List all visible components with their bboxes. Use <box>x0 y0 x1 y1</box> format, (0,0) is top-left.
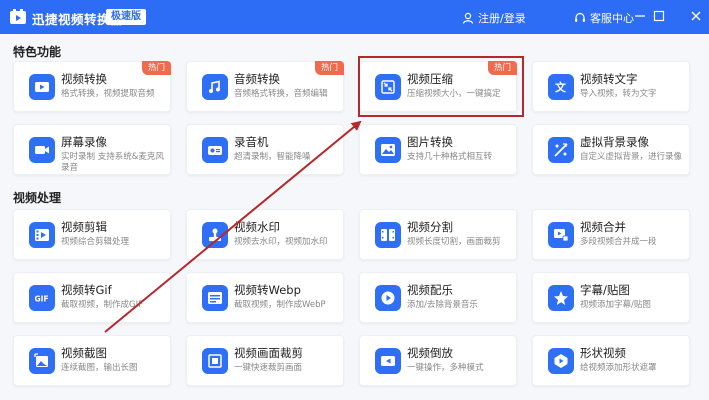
maximize-button[interactable] <box>652 9 666 23</box>
app-logo-icon <box>10 9 26 24</box>
card-title: 视频配乐 <box>407 283 453 297</box>
close-button[interactable] <box>689 9 703 23</box>
user-icon <box>462 12 474 24</box>
card-desc: 一键快速裁剪画面 <box>234 363 303 373</box>
gif-icon: GIF <box>29 285 55 311</box>
card-title: 视频画面裁剪 <box>234 346 303 360</box>
card-desc: 截取视频，制作成GIF <box>61 300 143 310</box>
svg-text:文: 文 <box>555 80 567 94</box>
video-to-text-icon: 文 <box>548 74 574 100</box>
subtitle-icon <box>548 285 574 311</box>
card-shape-video[interactable]: 形状视频 给视频添加形状遮罩 <box>532 335 690 386</box>
card-title: 音频转换 <box>234 72 280 86</box>
card-desc: 实时录制 支持系统&麦克风录音 <box>61 152 164 173</box>
card-video-music[interactable]: 视频配乐 添加/去除背景音乐 <box>359 272 517 323</box>
card-video-to-webp[interactable]: 视频转Webp 截取视频，制作成WebP <box>186 272 344 323</box>
title-bar: 迅捷视频转换器 极速版 注册/登录 客服中心 <box>0 0 709 34</box>
card-desc: 导入视频，转为文字 <box>580 89 657 99</box>
card-desc: 给视频添加形状遮罩 <box>580 363 657 373</box>
card-title: 屏幕录像 <box>61 135 107 149</box>
video-split-icon <box>375 222 401 248</box>
headset-icon <box>575 12 585 22</box>
section-title-video-processing: 视频处理 <box>13 191 62 205</box>
service-center-link[interactable]: 客服中心 <box>574 10 634 26</box>
card-watermark[interactable]: 视频水印 视频去水印，视频加水印 <box>186 209 344 260</box>
card-title: 视频合并 <box>580 220 626 234</box>
card-desc: 一键操作，多种模式 <box>407 363 484 373</box>
card-desc: 音频格式转换，音频编辑 <box>234 89 328 99</box>
card-title: 视频分割 <box>407 220 453 234</box>
webp-icon <box>202 285 228 311</box>
music-icon <box>375 285 401 311</box>
hot-badge: 热门 <box>314 61 344 75</box>
card-video-edit[interactable]: 视频剪辑 视频综合剪辑处理 <box>13 209 171 260</box>
card-video-reverse[interactable]: 视频倒放 一键操作，多种模式 <box>359 335 517 386</box>
card-subtitle-sticker[interactable]: 字幕/贴图 视频添加字幕/贴图 <box>532 272 690 323</box>
video-convert-icon <box>29 74 55 100</box>
card-desc: 添加/去除背景音乐 <box>407 300 478 310</box>
card-title: 图片转换 <box>407 135 453 149</box>
screenshot-icon <box>29 348 55 374</box>
highlight-box <box>358 56 524 117</box>
card-title: 视频剪辑 <box>61 220 107 234</box>
svg-text:GIF: GIF <box>35 295 49 304</box>
hot-badge: 热门 <box>141 61 171 75</box>
card-video-screenshot[interactable]: 视频截图 连续截图，输出长图 <box>13 335 171 386</box>
card-desc: 自定义虚拟背景，进行录像 <box>580 152 683 162</box>
edition-badge: 极速版 <box>106 9 146 25</box>
virtual-bg-icon <box>548 137 574 163</box>
login-link[interactable]: 注册/登录 <box>462 10 526 26</box>
video-merge-icon <box>548 222 574 248</box>
image-convert-icon <box>375 137 401 163</box>
card-screen-record[interactable]: 屏幕录像 实时录制 支持系统&麦克风录音 <box>13 124 171 175</box>
card-image-convert[interactable]: 图片转换 支持几十种格式相互转 <box>359 124 517 175</box>
card-desc: 超清录制，智能降噪 <box>234 152 311 162</box>
card-title: 视频转Webp <box>234 283 301 297</box>
card-title: 视频转Gif <box>61 283 112 297</box>
card-title: 视频截图 <box>61 346 107 360</box>
watermark-icon <box>202 222 228 248</box>
card-video-merge[interactable]: 视频合并 多段视频合并成一段 <box>532 209 690 260</box>
shape-icon <box>548 348 574 374</box>
card-title: 形状视频 <box>580 346 626 360</box>
card-desc: 视频去水印，视频加水印 <box>234 237 328 247</box>
card-desc: 多段视频合并成一段 <box>580 237 657 247</box>
card-title: 字幕/贴图 <box>580 283 630 297</box>
card-desc: 格式转换，视频提取音频 <box>61 89 155 99</box>
card-audio-convert[interactable]: 音频转换 音频格式转换，音频编辑 热门 <box>186 61 344 112</box>
screen-record-icon <box>29 137 55 163</box>
card-video-to-text[interactable]: 文 视频转文字 导入视频，转为文字 <box>532 61 690 112</box>
card-desc: 视频添加字幕/贴图 <box>580 300 651 310</box>
card-video-split[interactable]: 视频分割 视频长度切割，画面裁剪 <box>359 209 517 260</box>
card-title: 虚拟背景录像 <box>580 135 649 149</box>
card-title: 录音机 <box>234 135 269 149</box>
service-label: 客服中心 <box>590 12 634 25</box>
card-video-convert[interactable]: 视频转换 格式转换，视频提取音频 热门 <box>13 61 171 112</box>
login-label: 注册/登录 <box>478 12 526 25</box>
card-recorder[interactable]: 录音机 超清录制，智能降噪 <box>186 124 344 175</box>
section-title-featured: 特色功能 <box>13 45 62 59</box>
card-title: 视频转换 <box>61 72 107 86</box>
card-video-to-gif[interactable]: GIF 视频转Gif 截取视频，制作成GIF <box>13 272 171 323</box>
audio-convert-icon <box>202 74 228 100</box>
card-desc: 视频综合剪辑处理 <box>61 237 130 247</box>
card-video-crop[interactable]: 视频画面裁剪 一键快速裁剪画面 <box>186 335 344 386</box>
card-virtual-background[interactable]: 虚拟背景录像 自定义虚拟背景，进行录像 <box>532 124 690 175</box>
recorder-icon <box>202 137 228 163</box>
card-desc: 支持几十种格式相互转 <box>407 152 493 162</box>
card-desc: 连续截图，输出长图 <box>61 363 138 373</box>
card-title: 视频水印 <box>234 220 280 234</box>
video-edit-icon <box>29 222 55 248</box>
crop-icon <box>202 348 228 374</box>
card-title: 视频转文字 <box>580 72 638 86</box>
minimize-button[interactable] <box>633 9 647 23</box>
card-desc: 截取视频，制作成WebP <box>234 300 326 310</box>
card-desc: 视频长度切割，画面裁剪 <box>407 237 501 247</box>
card-title: 视频倒放 <box>407 346 453 360</box>
reverse-icon <box>375 348 401 374</box>
